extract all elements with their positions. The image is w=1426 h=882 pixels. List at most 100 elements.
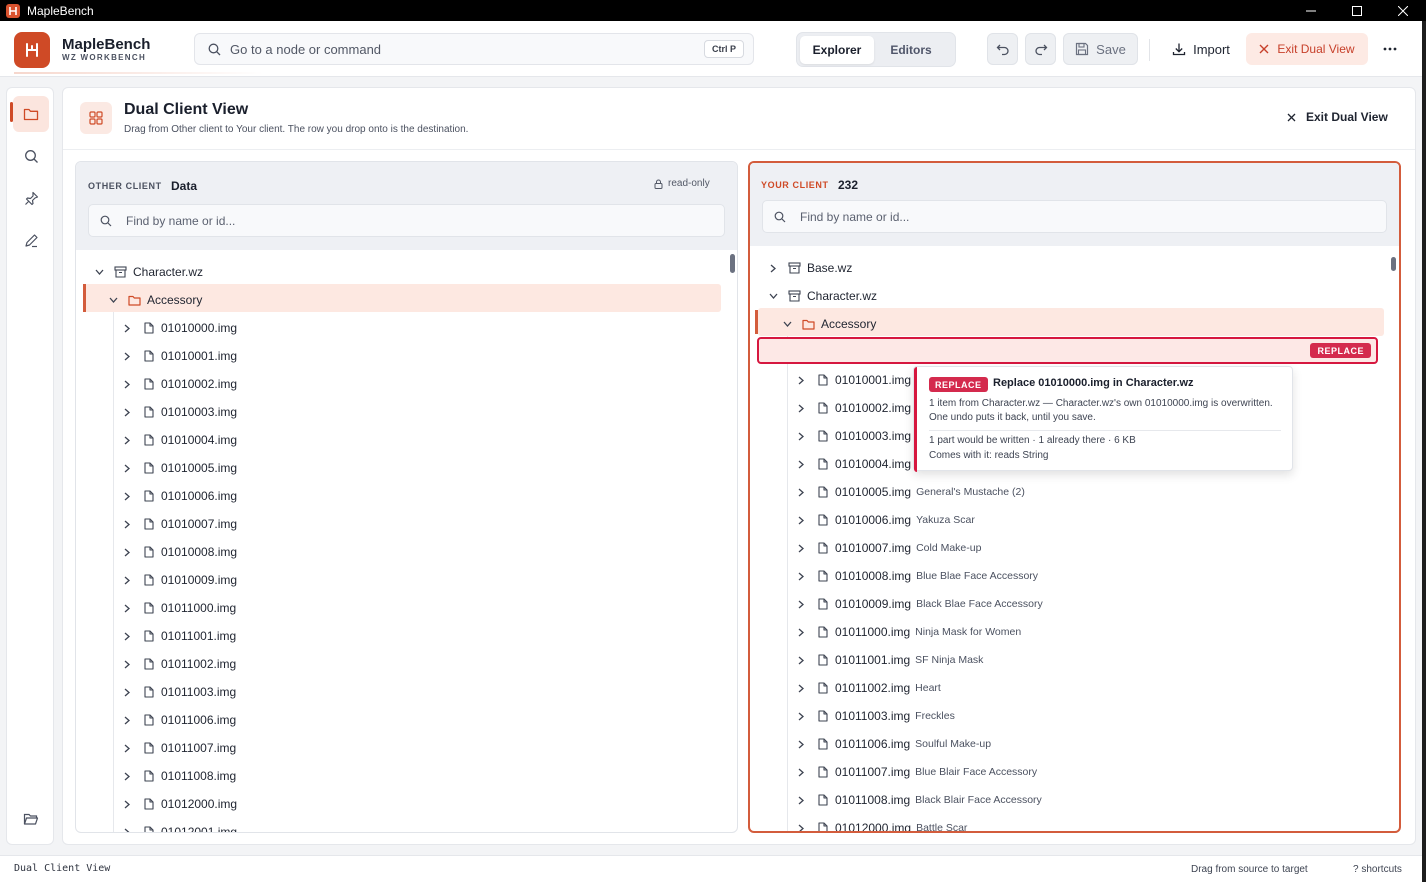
chevron-right-icon[interactable] xyxy=(795,626,807,638)
chevron-right-icon[interactable] xyxy=(795,822,807,831)
chevron-right-icon[interactable] xyxy=(121,322,133,334)
chevron-right-icon[interactable] xyxy=(795,514,807,526)
chevron-right-icon[interactable] xyxy=(795,402,807,414)
chevron-right-icon[interactable] xyxy=(795,654,807,666)
tree-node-file[interactable]: 01011008.img xyxy=(121,762,236,790)
chevron-right-icon[interactable] xyxy=(121,518,133,530)
your-client-scrollbar[interactable] xyxy=(1391,257,1396,271)
tree-node-file[interactable]: 01012001.img xyxy=(121,818,237,832)
chevron-right-icon[interactable] xyxy=(795,766,807,778)
chevron-right-icon[interactable] xyxy=(121,630,133,642)
chevron-right-icon[interactable] xyxy=(795,458,807,470)
save-button[interactable]: Save xyxy=(1063,33,1138,65)
tab-explorer[interactable]: Explorer xyxy=(800,36,874,64)
close-window-button[interactable] xyxy=(1380,0,1426,21)
exit-dual-view-header-button[interactable]: Exit Dual View xyxy=(1246,33,1368,65)
tree-node-file[interactable]: 01010007.img xyxy=(121,510,237,538)
tree-node-file[interactable]: 01010009.img xyxy=(121,566,237,594)
tree-node-file[interactable]: 01010000.img xyxy=(121,314,237,342)
maximize-button[interactable] xyxy=(1334,0,1380,21)
chevron-down-icon[interactable] xyxy=(107,294,119,306)
rail-open-folder[interactable] xyxy=(13,801,49,837)
chevron-right-icon[interactable] xyxy=(795,430,807,442)
tree-node-file[interactable]: 01010008.img xyxy=(121,538,237,566)
tree-node-file[interactable]: 01011001.img SF Ninja Mask xyxy=(795,646,983,674)
rail-edit[interactable] xyxy=(13,222,49,258)
chevron-right-icon[interactable] xyxy=(121,490,133,502)
chevron-right-icon[interactable] xyxy=(795,374,807,386)
chevron-right-icon[interactable] xyxy=(121,546,133,558)
tab-editors[interactable]: Editors xyxy=(877,36,945,64)
chevron-right-icon[interactable] xyxy=(121,742,133,754)
chevron-right-icon[interactable] xyxy=(121,434,133,446)
chevron-right-icon[interactable] xyxy=(121,658,133,670)
tree-node-file[interactable]: 01010004.img xyxy=(795,450,911,478)
tree-node-file[interactable]: 01010005.img General's Mustache (2) xyxy=(795,478,1025,506)
chevron-right-icon[interactable] xyxy=(795,570,807,582)
minimize-button[interactable] xyxy=(1288,0,1334,21)
more-menu-button[interactable] xyxy=(1376,33,1404,65)
tree-node-root[interactable]: Base.wz xyxy=(767,254,852,282)
tree-node-file[interactable]: 01011008.img Black Blair Face Accessory xyxy=(795,786,1042,814)
chevron-right-icon[interactable] xyxy=(121,574,133,586)
your-client-search-input[interactable]: Find by name or id... xyxy=(762,200,1387,233)
tree-node-file[interactable]: 01010002.img xyxy=(121,370,237,398)
tree-node-file[interactable]: 01010001.img xyxy=(795,366,911,394)
tree-node-file[interactable]: 01011000.img xyxy=(121,594,236,622)
chevron-right-icon[interactable] xyxy=(121,350,133,362)
undo-button[interactable] xyxy=(987,33,1018,65)
shortcuts-link[interactable]: ? shortcuts xyxy=(1353,864,1402,875)
redo-button[interactable] xyxy=(1025,33,1056,65)
chevron-right-icon[interactable] xyxy=(795,598,807,610)
chevron-right-icon[interactable] xyxy=(121,714,133,726)
chevron-right-icon[interactable] xyxy=(767,262,779,274)
tree-node-file[interactable]: 01010008.img Blue Blae Face Accessory xyxy=(795,562,1038,590)
tree-node-root[interactable]: Character.wz xyxy=(93,258,203,286)
chevron-right-icon[interactable] xyxy=(121,602,133,614)
chevron-right-icon[interactable] xyxy=(795,486,807,498)
tree-node-file[interactable]: 01011007.img xyxy=(121,734,236,762)
command-palette-input[interactable]: Go to a node or command Ctrl P xyxy=(194,33,754,65)
other-client-scrollbar[interactable] xyxy=(730,254,735,273)
chevron-right-icon[interactable] xyxy=(121,686,133,698)
chevron-right-icon[interactable] xyxy=(795,794,807,806)
chevron-right-icon[interactable] xyxy=(121,826,133,832)
chevron-down-icon[interactable] xyxy=(93,266,105,278)
chevron-right-icon[interactable] xyxy=(121,798,133,810)
import-button[interactable]: Import xyxy=(1162,33,1240,65)
chevron-right-icon[interactable] xyxy=(795,710,807,722)
tree-node-file[interactable]: 01010003.img xyxy=(795,422,911,450)
tree-node-file[interactable]: 01011003.img Freckles xyxy=(795,702,955,730)
tree-node-file[interactable]: 01011001.img xyxy=(121,622,236,650)
drop-target-row[interactable]: REPLACE xyxy=(757,337,1378,364)
tree-node-file[interactable]: 01010007.img Cold Make-up xyxy=(795,534,981,562)
other-client-search-input[interactable]: Find by name or id... xyxy=(88,204,725,237)
chevron-down-icon[interactable] xyxy=(781,318,793,330)
tree-node-folder[interactable]: Accessory xyxy=(781,310,876,338)
tree-node-file[interactable]: 01011006.img Soulful Make-up xyxy=(795,730,991,758)
tree-node-file[interactable]: 01012000.img xyxy=(121,790,237,818)
tree-node-file[interactable]: 01012000.img Battle Scar xyxy=(795,814,967,831)
rail-pin[interactable] xyxy=(13,180,49,216)
chevron-right-icon[interactable] xyxy=(795,738,807,750)
chevron-right-icon[interactable] xyxy=(121,770,133,782)
tree-node-file[interactable]: 01010006.img xyxy=(121,482,237,510)
tree-node-root[interactable]: Character.wz xyxy=(767,282,877,310)
tree-node-file[interactable]: 01011002.img Heart xyxy=(795,674,941,702)
tree-node-file[interactable]: 01010009.img Black Blae Face Accessory xyxy=(795,590,1043,618)
tree-node-folder[interactable]: Accessory xyxy=(107,286,202,314)
tree-node-file[interactable]: 01010005.img xyxy=(121,454,237,482)
chevron-right-icon[interactable] xyxy=(121,406,133,418)
chevron-right-icon[interactable] xyxy=(121,378,133,390)
tree-node-file[interactable]: 01011006.img xyxy=(121,706,236,734)
tree-node-file[interactable]: 01011002.img xyxy=(121,650,236,678)
tree-node-file[interactable]: 01011000.img Ninja Mask for Women xyxy=(795,618,1021,646)
chevron-down-icon[interactable] xyxy=(767,290,779,302)
tree-node-file[interactable]: 01011003.img xyxy=(121,678,236,706)
app-logo[interactable] xyxy=(14,32,50,68)
tree-node-file[interactable]: 01011007.img Blue Blair Face Accessory xyxy=(795,758,1037,786)
chevron-right-icon[interactable] xyxy=(121,462,133,474)
rail-search[interactable] xyxy=(13,138,49,174)
tree-node-file[interactable]: 01010004.img xyxy=(121,426,237,454)
exit-dual-view-button[interactable]: Exit Dual View xyxy=(1287,110,1388,124)
